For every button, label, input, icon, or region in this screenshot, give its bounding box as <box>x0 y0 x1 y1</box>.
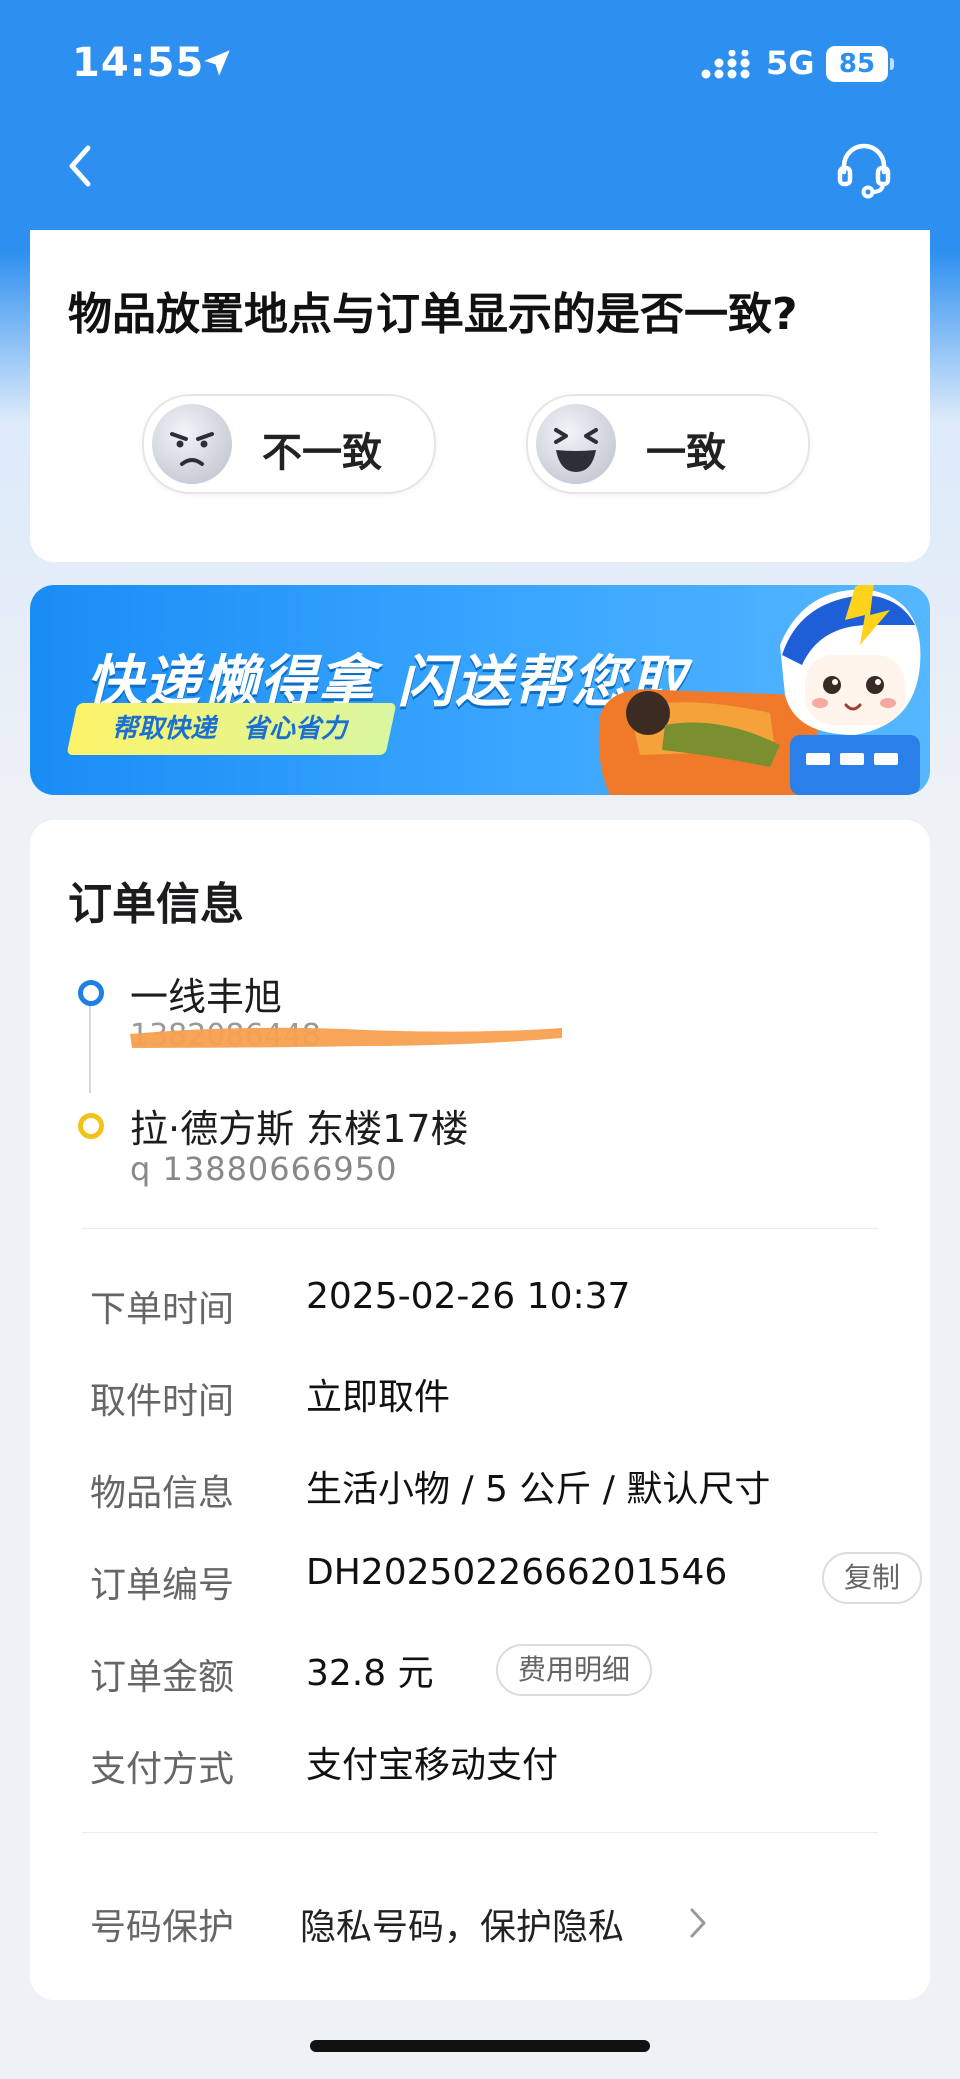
back-button[interactable] <box>56 136 104 196</box>
location-arrow-icon <box>204 50 230 76</box>
chevron-left-icon <box>69 145 91 187</box>
order-amount-row: 订单金额 32.8 元 费用明细 <box>90 1640 910 1700</box>
laughing-face-icon <box>536 404 616 484</box>
number-protection-row[interactable]: 号码保护 隐私号码，保护隐私 <box>90 1888 910 1954</box>
consistent-button[interactable]: 一致 <box>526 394 810 494</box>
battery-level: 85 <box>838 49 876 79</box>
banner-tagline: 帮取快递 省心省力 <box>66 703 397 755</box>
delivery-dot-icon <box>78 1113 104 1139</box>
item-info-label: 物品信息 <box>90 1473 235 1514</box>
order-info-card: 订单信息 一线丰旭 1382086448 拉·德方斯 东楼17楼 q 13880… <box>30 820 930 2000</box>
order-amount-value: 32.8 元 <box>306 1653 434 1694</box>
pickup-dot-icon <box>78 980 104 1006</box>
order-number-label: 订单编号 <box>90 1565 235 1606</box>
consistent-label: 一致 <box>646 430 726 476</box>
receiver-phone: q 13880666950 <box>130 1150 398 1188</box>
battery-tip <box>890 58 894 70</box>
network-type: 5G <box>766 44 815 82</box>
customer-service-button[interactable] <box>832 136 896 200</box>
order-time-label: 下单时间 <box>90 1289 235 1330</box>
copy-order-number-button[interactable]: 复制 <box>822 1552 923 1604</box>
payment-method-row: 支付方式 支付宝移动支付 <box>90 1732 910 1792</box>
item-info-row: 物品信息 生活小物 / 5 公斤 / 默认尺寸 <box>90 1456 910 1516</box>
promo-banner[interactable]: 快递懒得拿 闪送帮您取 帮取快递 省心省力 <box>30 585 930 795</box>
banner-tag-easy: 省心省力 <box>243 714 348 744</box>
chevron-right-icon <box>690 1908 706 1938</box>
home-indicator <box>310 2040 650 2052</box>
number-protection-label: 号码保护 <box>90 1907 235 1948</box>
headset-icon <box>837 143 891 199</box>
order-amount-label: 订单金额 <box>90 1657 235 1698</box>
pickup-time-value: 立即取件 <box>306 1377 451 1418</box>
order-time-value: 2025-02-26 10:37 <box>306 1276 631 1317</box>
order-time-row: 下单时间 2025-02-26 10:37 <box>90 1272 910 1332</box>
placement-feedback-card: 物品放置地点与订单显示的是否一致? 不一致 一致 <box>30 230 930 562</box>
number-protection-value: 隐私号码，保护隐私 <box>300 1907 625 1948</box>
inconsistent-label: 不一致 <box>262 430 382 476</box>
angry-face-icon <box>152 404 232 484</box>
feedback-question: 物品放置地点与订单显示的是否一致? <box>68 289 798 340</box>
signal-dots-icon <box>701 50 750 79</box>
status-bar: 14:55 5G 85 <box>0 0 960 130</box>
payment-method-label: 支付方式 <box>90 1749 235 1790</box>
pickup-time-label: 取件时间 <box>90 1381 235 1422</box>
fee-detail-button[interactable]: 费用明细 <box>496 1644 653 1696</box>
status-time: 14:55 <box>72 40 205 86</box>
payment-method-value: 支付宝移动支付 <box>306 1745 559 1786</box>
order-number-value: DH2025022666201546 <box>306 1552 728 1593</box>
battery-icon: 85 <box>826 46 888 82</box>
mascot-illustration <box>598 585 921 795</box>
item-info-value: 生活小物 / 5 公斤 / 默认尺寸 <box>306 1469 771 1510</box>
sender-name: 一线丰旭 <box>130 975 283 1019</box>
pickup-time-row: 取件时间 立即取件 <box>90 1364 910 1424</box>
banner-tag-pickup: 帮取快递 <box>112 714 217 744</box>
order-number-row: 订单编号 DH2025022666201546 复制 <box>90 1548 923 1608</box>
redaction-scribble <box>130 1027 562 1048</box>
divider <box>82 1228 878 1229</box>
order-info-title: 订单信息 <box>68 879 244 930</box>
receiver-address: 拉·德方斯 东楼17楼 <box>130 1107 469 1151</box>
divider <box>82 1832 878 1833</box>
inconsistent-button[interactable]: 不一致 <box>142 394 436 494</box>
